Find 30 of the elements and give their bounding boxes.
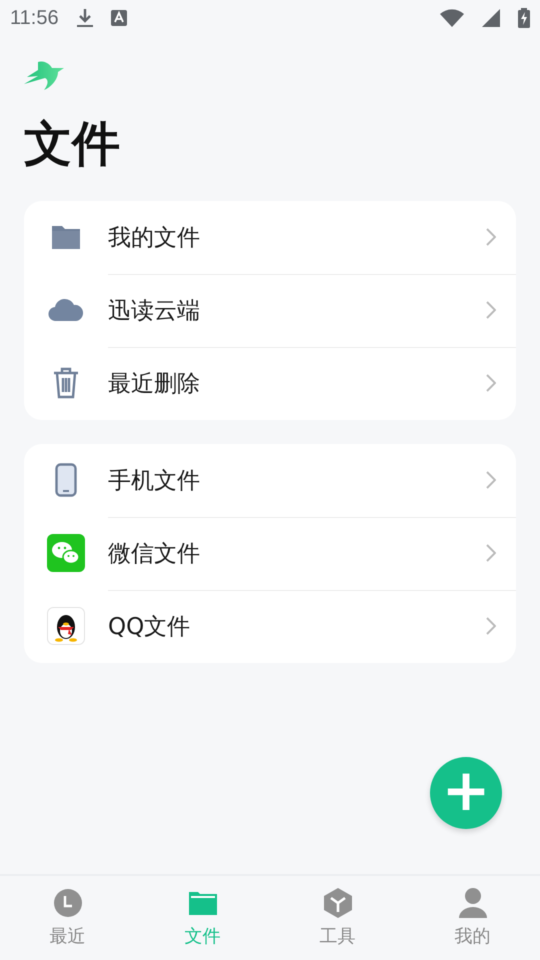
cube-icon bbox=[324, 888, 352, 918]
chevron-icon bbox=[486, 544, 496, 562]
bird-logo-icon bbox=[24, 60, 66, 92]
folder-icon bbox=[188, 890, 216, 916]
phone-icon bbox=[55, 463, 77, 498]
menu-item[interactable]: 手机文件 bbox=[24, 444, 516, 517]
battery-icon bbox=[518, 8, 530, 28]
trash-icon bbox=[52, 367, 80, 400]
folder-icon bbox=[51, 224, 81, 250]
chevron-icon bbox=[486, 228, 496, 246]
chevron-icon bbox=[486, 617, 496, 636]
clock-icon bbox=[54, 889, 82, 917]
menu-item[interactable]: QQ文件 bbox=[24, 590, 516, 663]
signal-icon bbox=[482, 9, 500, 27]
status-time: 11:56 bbox=[10, 6, 59, 30]
wifi-icon bbox=[440, 9, 464, 27]
person-icon bbox=[456, 888, 488, 918]
chat-bubbles-icon bbox=[47, 534, 85, 572]
chevron-icon bbox=[486, 471, 496, 490]
page-title: 文件 bbox=[24, 118, 120, 171]
keyboard-a-icon bbox=[110, 10, 127, 26]
menu-item[interactable]: 最近删除 bbox=[24, 346, 516, 420]
cloud-icon bbox=[48, 298, 84, 322]
penguin-icon bbox=[47, 607, 85, 646]
menu-item[interactable]: 微信文件 bbox=[24, 516, 516, 590]
chevron-icon bbox=[486, 301, 496, 320]
menu-item[interactable]: 我的文件 bbox=[24, 200, 516, 274]
menu-item[interactable]: 迅读云端 bbox=[24, 274, 516, 347]
chevron-icon bbox=[486, 374, 496, 392]
download-icon bbox=[76, 8, 93, 28]
